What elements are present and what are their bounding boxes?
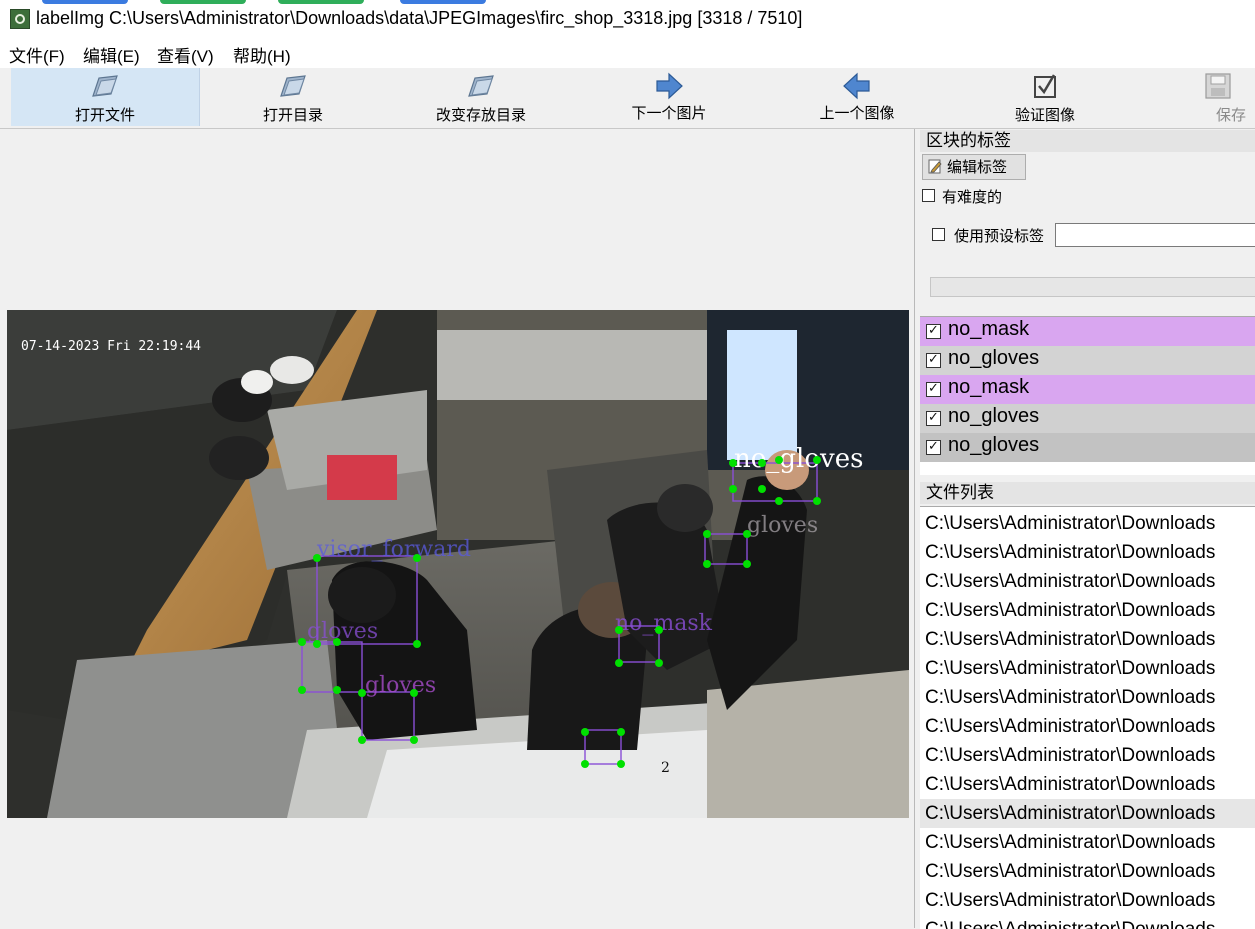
- file-list-item[interactable]: C:\Users\Administrator\Downloads: [920, 538, 1255, 567]
- overlay-label: gloves: [747, 513, 818, 538]
- verify-image-label: 验证图像: [1014, 106, 1075, 124]
- label-checkbox[interactable]: ✓: [926, 382, 941, 397]
- video-timestamp: 07-14-2023 Fri 22:19:44: [21, 339, 201, 354]
- file-list-item[interactable]: C:\Users\Administrator\Downloads: [920, 683, 1255, 712]
- file-list-item[interactable]: C:\Users\Administrator\Downloads: [920, 857, 1255, 886]
- change-save-dir-button[interactable]: 改变存放目录: [387, 68, 575, 126]
- file-list-item[interactable]: C:\Users\Administrator\Downloads: [920, 828, 1255, 857]
- app-icon: [10, 9, 30, 29]
- use-default-label-checkbox[interactable]: [932, 228, 945, 241]
- file-dock-title: 文件列表: [920, 482, 1255, 504]
- save-button[interactable]: 保存: [1139, 68, 1255, 126]
- taskbar-decor: [278, 0, 364, 4]
- change-save-dir-label: 改变存放目录: [435, 106, 526, 124]
- menu-bar: 文件(F) 编辑(E) 查看(V) 帮助(H): [0, 38, 1255, 68]
- file-list-item[interactable]: C:\Users\Administrator\Downloads: [920, 654, 1255, 683]
- prev-image-button[interactable]: 上一个图像: [763, 68, 951, 126]
- file-list-item[interactable]: C:\Users\Administrator\Downloads: [920, 567, 1255, 596]
- file-list-item[interactable]: C:\Users\Administrator\Downloads: [920, 886, 1255, 915]
- difficult-checkbox[interactable]: [922, 189, 935, 202]
- label-checkbox[interactable]: ✓: [926, 324, 941, 339]
- label-text: no_gloves: [948, 405, 1040, 427]
- next-image-icon: [656, 72, 683, 100]
- file-list-item[interactable]: C:\Users\Administrator\Downloads: [920, 712, 1255, 741]
- file-list-item[interactable]: C:\Users\Administrator\Downloads: [920, 915, 1255, 929]
- file-list-item[interactable]: C:\Users\Administrator\Downloads: [920, 625, 1255, 654]
- label-checkbox[interactable]: ✓: [926, 353, 941, 368]
- file-list-item[interactable]: C:\Users\Administrator\Downloads: [920, 596, 1255, 625]
- label-checkbox[interactable]: ✓: [926, 440, 941, 455]
- label-row[interactable]: ✓ no_mask: [920, 375, 1255, 404]
- overlay-label: 2: [661, 760, 670, 776]
- prev-image-label: 上一个图像: [819, 104, 895, 122]
- verify-image-icon: [1034, 74, 1056, 98]
- edit-label-text: 编辑标签: [947, 158, 1008, 176]
- taskbar-decor: [400, 0, 486, 4]
- open-dir-icon: [280, 75, 306, 97]
- prev-image-icon: [843, 72, 870, 100]
- label-row[interactable]: ✓ no_gloves: [920, 433, 1255, 462]
- file-list: C:\Users\Administrator\Downloads C:\User…: [920, 506, 1255, 929]
- taskbar-decor: [160, 0, 246, 4]
- file-list-item[interactable]: C:\Users\Administrator\Downloads: [920, 799, 1255, 828]
- labels-dock-title: 区块的标签: [920, 130, 1255, 152]
- overlay-label: no_gloves: [734, 444, 863, 474]
- label-text: no_mask: [948, 318, 1030, 340]
- open-dir-label: 打开目录: [262, 106, 323, 124]
- menu-view[interactable]: 查看(V): [157, 42, 214, 67]
- label-text: no_gloves: [948, 347, 1040, 369]
- open-file-label: 打开文件: [74, 106, 135, 124]
- open-file-icon: [92, 75, 118, 97]
- label-text: no_gloves: [948, 434, 1040, 456]
- save-icon: [1205, 73, 1231, 99]
- default-label-input[interactable]: [1055, 223, 1255, 247]
- save-label: 保存: [1215, 106, 1246, 124]
- change-save-dir-icon: [468, 75, 494, 97]
- file-list-item[interactable]: C:\Users\Administrator\Downloads: [920, 741, 1255, 770]
- open-file-button[interactable]: 打开文件: [11, 68, 200, 126]
- window-title: labelImg C:\Users\Administrator\Download…: [36, 8, 803, 28]
- file-list-item[interactable]: C:\Users\Administrator\Downloads: [920, 770, 1255, 799]
- label-combo-bar[interactable]: [930, 277, 1255, 297]
- menu-help[interactable]: 帮助(H): [233, 42, 291, 67]
- menu-file[interactable]: 文件(F): [9, 42, 65, 67]
- edit-pencil-icon: [928, 159, 942, 174]
- file-list-item[interactable]: C:\Users\Administrator\Downloads: [920, 509, 1255, 538]
- difficult-label: 有难度的: [942, 188, 1003, 206]
- label-list: ✓ no_mask ✓ no_gloves ✓ no_mask ✓ no_glo…: [920, 316, 1255, 475]
- overlay-label: no_mask: [615, 611, 713, 636]
- label-row[interactable]: ✓ no_gloves: [920, 346, 1255, 375]
- label-row[interactable]: ✓ no_mask: [920, 317, 1255, 346]
- verify-image-button[interactable]: 验证图像: [951, 68, 1139, 126]
- overlay-label: gloves: [365, 673, 436, 698]
- edit-label-button[interactable]: 编辑标签: [922, 154, 1026, 180]
- taskbar-decor: [42, 0, 128, 4]
- label-checkbox[interactable]: ✓: [926, 411, 941, 426]
- label-row[interactable]: ✓ no_gloves: [920, 404, 1255, 433]
- toolbar: 打开文件 打开目录 改变存放目录 下一个图片 上一个图像 验证图像 保存: [0, 68, 1255, 129]
- label-text: no_mask: [948, 376, 1030, 398]
- title-bar: labelImg C:\Users\Administrator\Download…: [0, 0, 1255, 38]
- menu-edit[interactable]: 编辑(E): [83, 42, 140, 67]
- annotated-image[interactable]: 07-14-2023 Fri 22:19:44 no_gloves visor_…: [7, 310, 909, 818]
- overlay-label: visor_forward: [316, 537, 471, 562]
- next-image-button[interactable]: 下一个图片: [575, 68, 763, 126]
- next-image-label: 下一个图片: [631, 104, 707, 122]
- use-default-label-text: 使用预设标签: [954, 227, 1045, 245]
- image-canvas[interactable]: 07-14-2023 Fri 22:19:44 no_gloves visor_…: [0, 129, 915, 928]
- open-dir-button[interactable]: 打开目录: [199, 68, 387, 126]
